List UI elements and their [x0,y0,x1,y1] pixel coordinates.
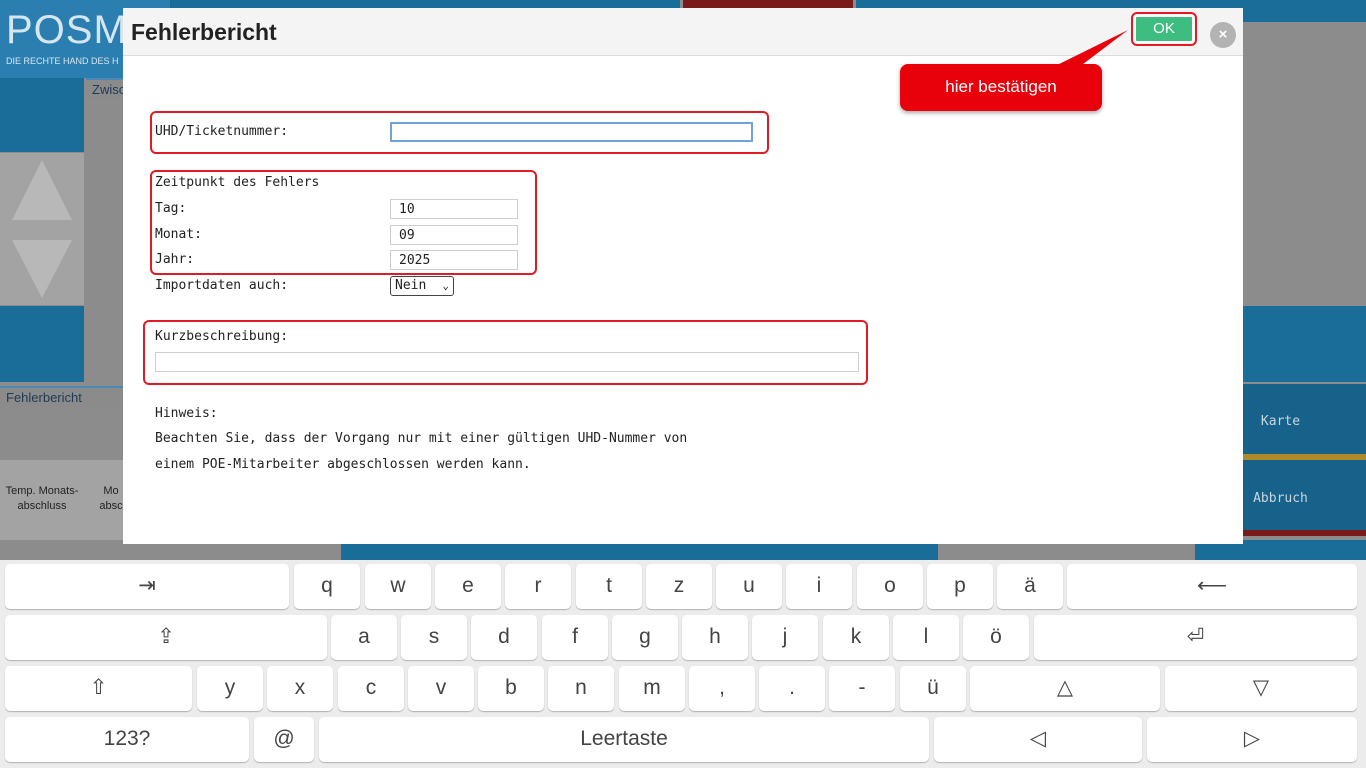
bg-left-tile-2 [0,306,84,382]
key-ue[interactable]: ü [900,666,966,711]
monatsabschluss-label: Mo absc [99,485,123,512]
key-comma[interactable]: , [689,666,755,711]
key-l[interactable]: l [893,615,959,660]
key-period[interactable]: . [759,666,825,711]
callout-tail [1047,30,1128,80]
key-o[interactable]: o [857,564,923,609]
key-k[interactable]: k [823,615,889,660]
key-y[interactable]: y [197,666,263,711]
key-g[interactable]: g [612,615,678,660]
key-i[interactable]: i [786,564,852,609]
key-space[interactable]: Leertaste [319,717,929,762]
kurzbeschreibung-input[interactable] [155,352,859,372]
key-w[interactable]: w [365,564,431,609]
key-minus[interactable]: - [829,666,895,711]
kurzbeschreibung-label: Kurzbeschreibung: [155,329,289,344]
jahr-label: Jahr: [155,252,195,267]
key-caps-lock[interactable]: ⇪ [5,615,327,660]
hinweis-heading: Hinweis: [155,406,218,421]
key-u[interactable]: u [716,564,782,609]
key-d[interactable]: d [471,615,537,660]
key-z[interactable]: z [646,564,712,609]
scroll-up-icon[interactable] [12,160,72,220]
importdaten-label: Importdaten auch: [155,278,289,293]
key-f[interactable]: f [542,615,608,660]
hinweis-line-1: Beachten Sie, dass der Vorgang nur mit e… [155,431,688,446]
tag-input[interactable] [390,199,518,219]
bg-right-tile [1243,306,1366,382]
key-arrow-down-icon[interactable]: ▽ [1165,666,1357,711]
temp-monatsabschluss-label: Temp. Monats- abschluss [5,485,79,512]
scroll-down-icon[interactable] [12,240,72,298]
key-numbers[interactable]: 123? [5,717,249,762]
key-r[interactable]: r [505,564,571,609]
importdaten-selected-value: Nein [395,278,427,293]
tag-label: Tag: [155,201,187,216]
key-at[interactable]: @ [254,717,314,762]
jahr-input[interactable] [390,250,518,270]
key-c[interactable]: c [338,666,404,711]
chevron-down-icon: ⌄ [442,279,449,292]
key-tab[interactable]: ⇥ [5,564,289,609]
key-shift[interactable]: ⇧ [5,666,192,711]
key-q[interactable]: q [294,564,360,609]
key-x[interactable]: x [267,666,333,711]
key-j[interactable]: j [752,615,818,660]
key-arrow-right-icon[interactable]: ▷ [1147,717,1357,762]
key-h[interactable]: h [682,615,748,660]
key-v[interactable]: v [408,666,474,711]
key-enter[interactable]: ⏎ [1034,615,1357,660]
key-s[interactable]: s [401,615,467,660]
key-backspace[interactable]: ⟵ [1067,564,1357,609]
key-a[interactable]: a [331,615,397,660]
key-e[interactable]: e [435,564,501,609]
monat-input[interactable] [390,225,518,245]
bg-bottom-bar [341,544,938,560]
monatsabschluss-button[interactable]: Mo absc [96,484,126,514]
key-t[interactable]: t [576,564,642,609]
key-arrow-left-icon[interactable]: ◁ [934,717,1142,762]
hinweis-line-2: einem POE-Mitarbeiter abgeschlossen werd… [155,457,531,472]
monat-label: Monat: [155,227,202,242]
key-oe[interactable]: ö [963,615,1029,660]
onscreen-keyboard: ⇥ q w e r t z u i o p ä ⟵ ⇪ a s d f g h … [0,560,1366,768]
key-p[interactable]: p [927,564,993,609]
key-n[interactable]: n [548,666,614,711]
key-arrow-up-icon[interactable]: △ [970,666,1160,711]
key-ae[interactable]: ä [997,564,1063,609]
confirm-callout: hier bestätigen [900,64,1102,111]
key-m[interactable]: m [619,666,685,711]
key-b[interactable]: b [478,666,544,711]
zeitpunkt-heading: Zeitpunkt des Fehlers [155,175,320,190]
bg-panel-tab-fehlerbericht: Fehlerbericht [0,386,123,407]
temp-monatsabschluss-button[interactable]: Temp. Monats- abschluss [0,484,84,514]
importdaten-select[interactable]: Nein ⌄ [390,276,454,296]
